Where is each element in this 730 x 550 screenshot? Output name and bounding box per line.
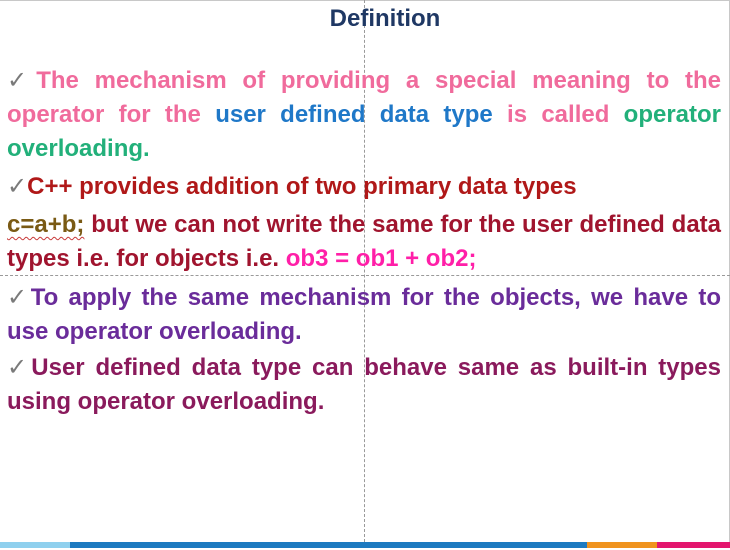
slide-body: ✓The mechanism of providing a special me… xyxy=(7,64,721,419)
slide-title: Definition xyxy=(329,5,441,32)
paragraph-example: c=a+b; but we can not write the same for… xyxy=(7,208,721,276)
cpp-addition-text: C++ provides addition of two primary dat… xyxy=(27,173,577,200)
bar-segment-pink xyxy=(657,542,730,548)
slide: Definition ✓The mechanism of providing a… xyxy=(0,0,730,550)
paragraph-behave-builtin: ✓User defined data type can behave same … xyxy=(7,351,721,419)
bar-segment-blue xyxy=(70,542,587,548)
example-code-primary: c=a+b; xyxy=(7,211,85,238)
behave-builtin-text: User defined data type can behave same a… xyxy=(7,354,722,415)
check-mark-icon: ✓ xyxy=(7,354,32,381)
definition-text-middle: is called xyxy=(492,101,624,128)
bottom-color-bar xyxy=(0,542,730,550)
paragraph-apply-mechanism: ✓To apply the same mechanism for the obj… xyxy=(7,281,721,349)
paragraph-cpp-addition: ✓C++ provides addition of two primary da… xyxy=(7,170,721,204)
check-mark-icon: ✓ xyxy=(7,173,28,200)
definition-user-defined-type: user defined data type xyxy=(215,101,493,128)
bar-segment-light-blue xyxy=(0,542,70,548)
example-code-objects: ob3 = ob1 + ob2; xyxy=(285,245,477,272)
check-mark-icon: ✓ xyxy=(7,67,37,94)
check-mark-icon: ✓ xyxy=(7,284,31,311)
apply-mechanism-text: To apply the same mechanism for the obje… xyxy=(7,284,721,345)
paragraph-definition: ✓The mechanism of providing a special me… xyxy=(7,64,721,166)
frame-top-border xyxy=(0,0,730,1)
bar-segment-orange xyxy=(587,542,657,548)
